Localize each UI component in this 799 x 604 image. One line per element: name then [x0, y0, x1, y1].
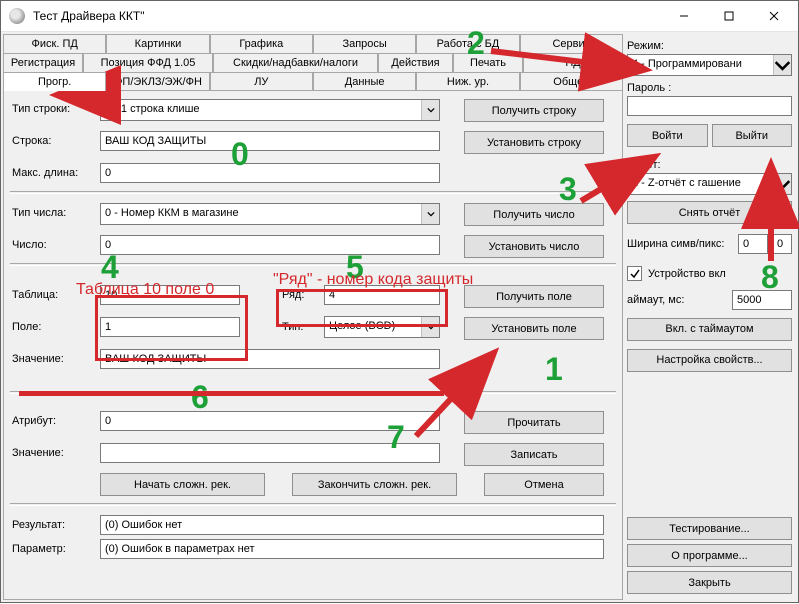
tab-servis[interactable]: Сервис — [520, 34, 623, 53]
tab-lu[interactable]: ЛУ — [210, 72, 313, 91]
checkmark-icon — [627, 266, 642, 281]
label-tip-stroki: Тип строки: — [12, 103, 70, 115]
input-tablitsa[interactable] — [100, 285, 240, 305]
btn-nastroika-svoistv[interactable]: Настройка свойств... — [627, 349, 792, 372]
chevron-down-icon[interactable] — [773, 55, 791, 75]
btn-poluchit-pole[interactable]: Получить поле — [464, 285, 604, 308]
close-button[interactable] — [751, 2, 796, 30]
tab-pd[interactable]: ПД — [523, 53, 623, 72]
combo-rezhim[interactable]: 4 - Программировани — [627, 54, 792, 76]
btn-prochitat[interactable]: Прочитать — [464, 411, 604, 434]
label-timeout: аймаут, мс: — [627, 294, 728, 306]
tab-zaprosy[interactable]: Запросы — [313, 34, 416, 53]
input-chislo[interactable] — [100, 235, 440, 255]
label-pole: Поле: — [12, 321, 41, 333]
label-tip-chisla: Тип числа: — [12, 207, 66, 219]
tab-progr[interactable]: Прогр. — [3, 72, 106, 91]
btn-zakryt[interactable]: Закрыть — [627, 571, 792, 594]
combo-tip-chisla[interactable]: 0 - Номер ККМ в магазине — [100, 203, 440, 225]
tab-deistviya[interactable]: Действия — [378, 53, 453, 72]
label-tablitsa: Таблица: — [12, 289, 58, 301]
label-znachenie1: Значение: — [12, 353, 64, 365]
label-shirina: Ширина симв/пикс: — [627, 238, 734, 250]
label-maks-dlina: Макс. длина: — [12, 167, 78, 179]
tab-content-progr: Тип строки: 0 - 1 строка клише Получить … — [3, 90, 623, 600]
window-title: Тест Драйвера ККТ" — [33, 9, 661, 23]
chevron-down-icon[interactable] — [421, 100, 439, 120]
maximize-button[interactable] — [706, 2, 751, 30]
label-znachenie2: Значение: — [12, 447, 64, 459]
label-stroka: Строка: — [12, 135, 51, 147]
tab-fp-eklz[interactable]: ФП/ЭКЛЗ/ЭЖ/ФН — [106, 72, 209, 91]
tab-nizh-ur[interactable]: Ниж. ур. — [416, 72, 519, 91]
tab-dannye[interactable]: Данные — [313, 72, 416, 91]
input-stroka[interactable] — [100, 131, 440, 151]
combo-tip[interactable]: Целое (BCD) — [324, 316, 440, 338]
combo-tip-chisla-value: 0 - Номер ККМ в магазине — [101, 204, 421, 224]
btn-ustanovit-chislo[interactable]: Установить число — [464, 235, 604, 258]
titlebar: Тест Драйвера ККТ" — [1, 1, 798, 32]
input-znachenie1[interactable] — [100, 349, 440, 369]
checkbox-device-on[interactable]: Устройство вкл — [627, 266, 726, 281]
tab-kartinki[interactable]: Картинки — [106, 34, 209, 53]
btn-testirovanie[interactable]: Тестирование... — [627, 517, 792, 540]
label-ryad: Ряд: — [282, 289, 304, 301]
btn-ustanovit-stroku[interactable]: Установить строку — [464, 131, 604, 154]
btn-vyiti[interactable]: Выйти — [712, 124, 793, 147]
input-pole[interactable] — [100, 317, 240, 337]
btn-o-programme[interactable]: О программе... — [627, 544, 792, 567]
label-rezultat: Результат: — [12, 519, 65, 531]
checkbox-device-on-label: Устройство вкл — [648, 268, 726, 280]
btn-poluchit-chislo[interactable]: Получить число — [464, 203, 604, 226]
combo-tip-stroki-value: 0 - 1 строка клише — [101, 100, 421, 120]
tab-grafika[interactable]: Графика — [210, 34, 313, 53]
btn-poluchit-stroku[interactable]: Получить строку — [464, 99, 604, 122]
input-parametr — [100, 539, 604, 559]
label-chislo: Число: — [12, 239, 47, 251]
input-shirina-simv[interactable] — [738, 234, 768, 254]
label-parol: Пароль : — [627, 82, 792, 94]
combo-tip-stroki[interactable]: 0 - 1 строка клише — [100, 99, 440, 121]
minimize-button[interactable] — [661, 2, 706, 30]
chevron-down-icon[interactable] — [421, 317, 439, 337]
chevron-down-icon[interactable] — [421, 204, 439, 224]
input-maks-dlina[interactable] — [100, 163, 440, 183]
combo-tip-value: Целое (BCD) — [325, 317, 421, 337]
tab-pechat[interactable]: Печать — [453, 53, 523, 72]
chevron-down-icon[interactable] — [773, 174, 791, 194]
label-parametr: Параметр: — [12, 543, 66, 555]
tab-fisk-pd[interactable]: Фиск. ПД — [3, 34, 106, 53]
combo-otchet[interactable]: 1 - Z-отчёт с гашение — [627, 173, 792, 195]
combo-otchet-value: 1 - Z-отчёт с гашение — [628, 174, 773, 194]
tab-obshchee[interactable]: Общее — [520, 72, 623, 91]
app-icon — [9, 8, 25, 24]
btn-nachat-slozhn[interactable]: Начать сложн. рек. — [100, 473, 265, 496]
combo-rezhim-value: 4 - Программировани — [628, 55, 773, 75]
btn-snyat-otchet[interactable]: Снять отчёт — [627, 201, 792, 224]
btn-voiti[interactable]: Войти — [627, 124, 708, 147]
input-shirina-piks[interactable] — [772, 234, 792, 254]
label-atribut: Атрибут: — [12, 415, 56, 427]
tabstrip: Фиск. ПД Картинки Графика Запросы Работа… — [3, 34, 623, 91]
btn-vkl-timeout[interactable]: Вкл. с таймаутом — [627, 318, 792, 341]
btn-otmena[interactable]: Отмена — [484, 473, 604, 496]
right-panel: Режим: 4 - Программировани Пароль : Войт… — [625, 34, 796, 600]
tab-registratsiya[interactable]: Регистрация — [3, 53, 83, 72]
label-rezhim: Режим: — [627, 40, 792, 52]
app-window: Тест Драйвера ККТ" Фиск. ПД Картинки Гра… — [0, 0, 799, 603]
tab-skidki[interactable]: Скидки/надбавки/налоги — [213, 53, 378, 72]
label-otchet: Отчёт: — [627, 159, 792, 171]
input-ryad[interactable] — [324, 285, 440, 305]
input-rezultat — [100, 515, 604, 535]
btn-ustanovit-pole[interactable]: Установить поле — [464, 317, 604, 340]
btn-zapisat[interactable]: Записать — [464, 443, 604, 466]
tab-rabota-s-bd[interactable]: Работа с БД — [416, 34, 519, 53]
tab-positsiya-ffd[interactable]: Позиция ФФД 1.05 — [83, 53, 213, 72]
label-tip: Тип: — [282, 321, 303, 333]
input-atribut[interactable] — [100, 411, 440, 431]
input-timeout[interactable] — [732, 290, 792, 310]
input-parol[interactable] — [627, 96, 792, 116]
btn-zakonchit-slozhn[interactable]: Закончить сложн. рек. — [292, 473, 457, 496]
input-znachenie2[interactable] — [100, 443, 440, 463]
